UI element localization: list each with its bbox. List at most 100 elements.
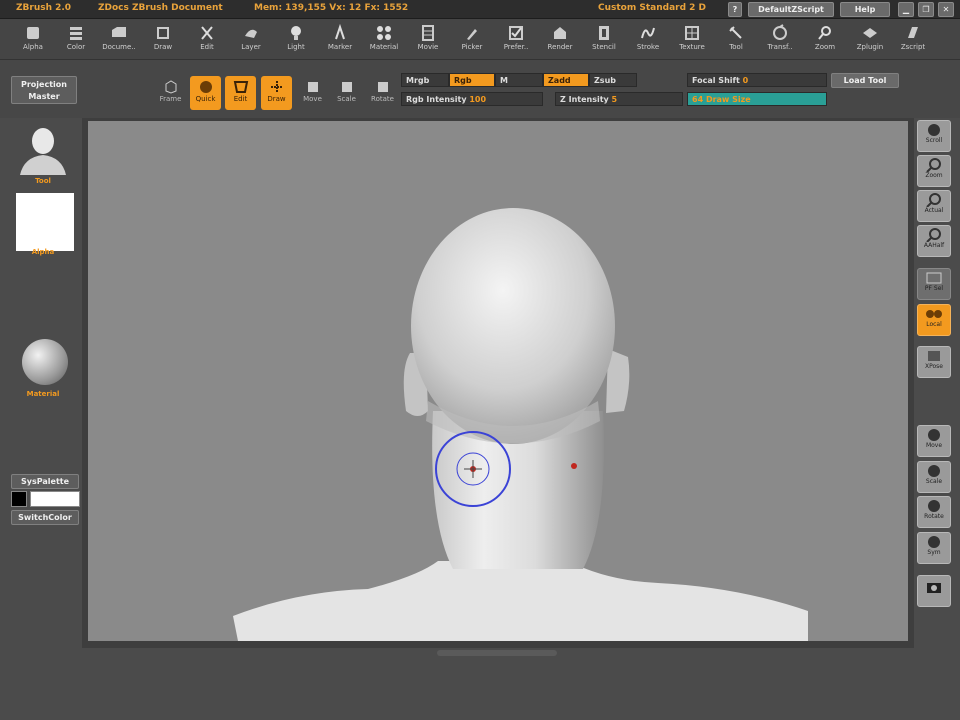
rotate-view-icon (928, 500, 940, 512)
menu-draw[interactable]: Draw (143, 22, 183, 58)
xpose-button[interactable]: XPose (917, 346, 951, 378)
focal-shift-slider[interactable]: Focal Shift 0 (687, 73, 827, 87)
document-title: ZDocs ZBrush Document (98, 3, 223, 13)
actual-button[interactable]: Actual (917, 190, 951, 222)
light-bulb-icon (291, 26, 301, 40)
menu-stencil[interactable]: Stencil (584, 22, 624, 58)
close-icon[interactable]: ✕ (938, 2, 954, 17)
menu-preferences[interactable]: Prefer.. (496, 22, 536, 58)
menu-light[interactable]: Light (276, 22, 316, 58)
mrgb-toggle[interactable]: Mrgb (401, 73, 449, 87)
menu-picker[interactable]: Picker (452, 22, 492, 58)
menu-zplugin[interactable]: Zplugin (850, 22, 890, 58)
zsub-toggle[interactable]: Zsub (589, 73, 637, 87)
local-icon (926, 310, 942, 318)
local-button[interactable]: Local (917, 304, 951, 336)
menu-marker[interactable]: Marker (320, 22, 360, 58)
material-label[interactable]: Material (12, 390, 74, 398)
menu-color[interactable]: Color (56, 22, 96, 58)
rotate-view-button[interactable]: Rotate (917, 496, 951, 528)
top-shelf: Projection Master Frame Quick Edit Draw … (0, 60, 960, 118)
stencil-icon (599, 26, 609, 40)
menu-material[interactable]: Material (364, 22, 404, 58)
color-icon (70, 27, 82, 40)
quick-button[interactable]: Quick (190, 76, 221, 110)
z-intensity-slider[interactable]: Z Intensity 5 (555, 92, 683, 106)
checkbox-icon (509, 26, 523, 40)
title-bar: ZBrush 2.0 ZDocs ZBrush Document Mem: 13… (0, 0, 960, 19)
scissors-icon (201, 26, 213, 40)
scale-button[interactable]: Scale (331, 76, 362, 110)
aahalf-icon (926, 228, 941, 242)
syspalette-button[interactable]: SysPalette (11, 474, 79, 489)
alpha-label[interactable]: Alpha (12, 248, 74, 256)
secondary-color-swatch[interactable] (30, 491, 80, 507)
draw-button[interactable]: Draw (261, 76, 292, 110)
rgb-toggle[interactable]: Rgb (449, 73, 495, 87)
edit-frame-icon (233, 81, 248, 93)
symmetry-icon (928, 536, 940, 548)
render-icon (554, 27, 566, 39)
menu-render[interactable]: Render (540, 22, 580, 58)
menu-zoom[interactable]: Zoom (805, 22, 845, 58)
help-question-button[interactable]: ? (728, 2, 742, 17)
alpha-icon (27, 27, 39, 39)
menu-zscript[interactable]: Zscript (893, 22, 933, 58)
ui-layout-label[interactable]: Custom Standard 2 D (598, 3, 706, 13)
move-view-icon (928, 429, 940, 441)
edit-button[interactable]: Edit (225, 76, 256, 110)
scale-view-icon (928, 465, 940, 477)
projection-master-button[interactable]: Projection Master (11, 76, 77, 104)
help-button[interactable]: Help (840, 2, 890, 17)
pf-sel-button[interactable]: PF Sel (917, 268, 951, 300)
symmetry-button[interactable]: Sym (917, 532, 951, 564)
marker-icon (335, 24, 345, 40)
scroll-button[interactable]: Scroll (917, 120, 951, 152)
rotate-button[interactable]: Rotate (367, 76, 398, 110)
load-tool-button[interactable]: Load Tool (831, 73, 899, 88)
m-toggle[interactable]: M (495, 73, 543, 87)
move-button[interactable]: Move (297, 76, 328, 110)
menu-stroke[interactable]: Stroke (628, 22, 668, 58)
aahalf-button[interactable]: AAHalf (917, 225, 951, 257)
menu-edit[interactable]: Edit (187, 22, 227, 58)
material-sphere[interactable] (22, 339, 68, 385)
plugin-icon (863, 28, 877, 38)
head-bust-icon (20, 128, 66, 175)
rgb-intensity-slider[interactable]: Rgb Intensity 100 (401, 92, 543, 106)
tool-label[interactable]: Tool (12, 177, 74, 185)
default-zscript-button[interactable]: DefaultZScript (748, 2, 834, 17)
zadd-toggle[interactable]: Zadd (543, 73, 589, 87)
menu-tool[interactable]: Tool (716, 22, 756, 58)
rotate-icon (377, 82, 388, 92)
document-canvas[interactable] (88, 121, 908, 641)
switchcolor-button[interactable]: SwitchColor (11, 510, 79, 525)
hammer-icon (729, 26, 742, 39)
draw-size-slider[interactable]: 64 Draw Size (687, 92, 827, 106)
layer-icon (245, 29, 257, 38)
restore-icon[interactable]: ❐ (918, 2, 934, 17)
menu-document[interactable]: Docume.. (99, 22, 139, 58)
minimize-icon[interactable]: ▁ (898, 2, 914, 17)
move-icon (307, 82, 318, 92)
menu-alpha[interactable]: Alpha (13, 22, 53, 58)
scale-view-button[interactable]: Scale (917, 461, 951, 493)
move-view-button[interactable]: Move (917, 425, 951, 457)
tool-thumbnail[interactable] (12, 121, 74, 175)
frame-button[interactable]: Frame (155, 76, 186, 110)
bottom-tray-handle[interactable] (437, 650, 557, 656)
zoom-button[interactable]: Zoom (917, 155, 951, 187)
snapshot-button[interactable] (917, 575, 951, 607)
menu-movie[interactable]: Movie (408, 22, 448, 58)
menu-bar: Alpha Color Docume.. Draw Edit Layer Lig… (0, 19, 960, 60)
scale-icon (341, 82, 352, 92)
menu-transform[interactable]: Transf.. (760, 22, 800, 58)
alpha-thumbnail[interactable] (16, 193, 74, 251)
texture-icon (685, 26, 699, 40)
menu-texture[interactable]: Texture (672, 22, 712, 58)
cube-icon (165, 80, 176, 94)
menu-layer[interactable]: Layer (231, 22, 271, 58)
script-icon (908, 27, 918, 38)
film-icon (422, 25, 434, 41)
primary-color-swatch[interactable] (11, 491, 27, 507)
